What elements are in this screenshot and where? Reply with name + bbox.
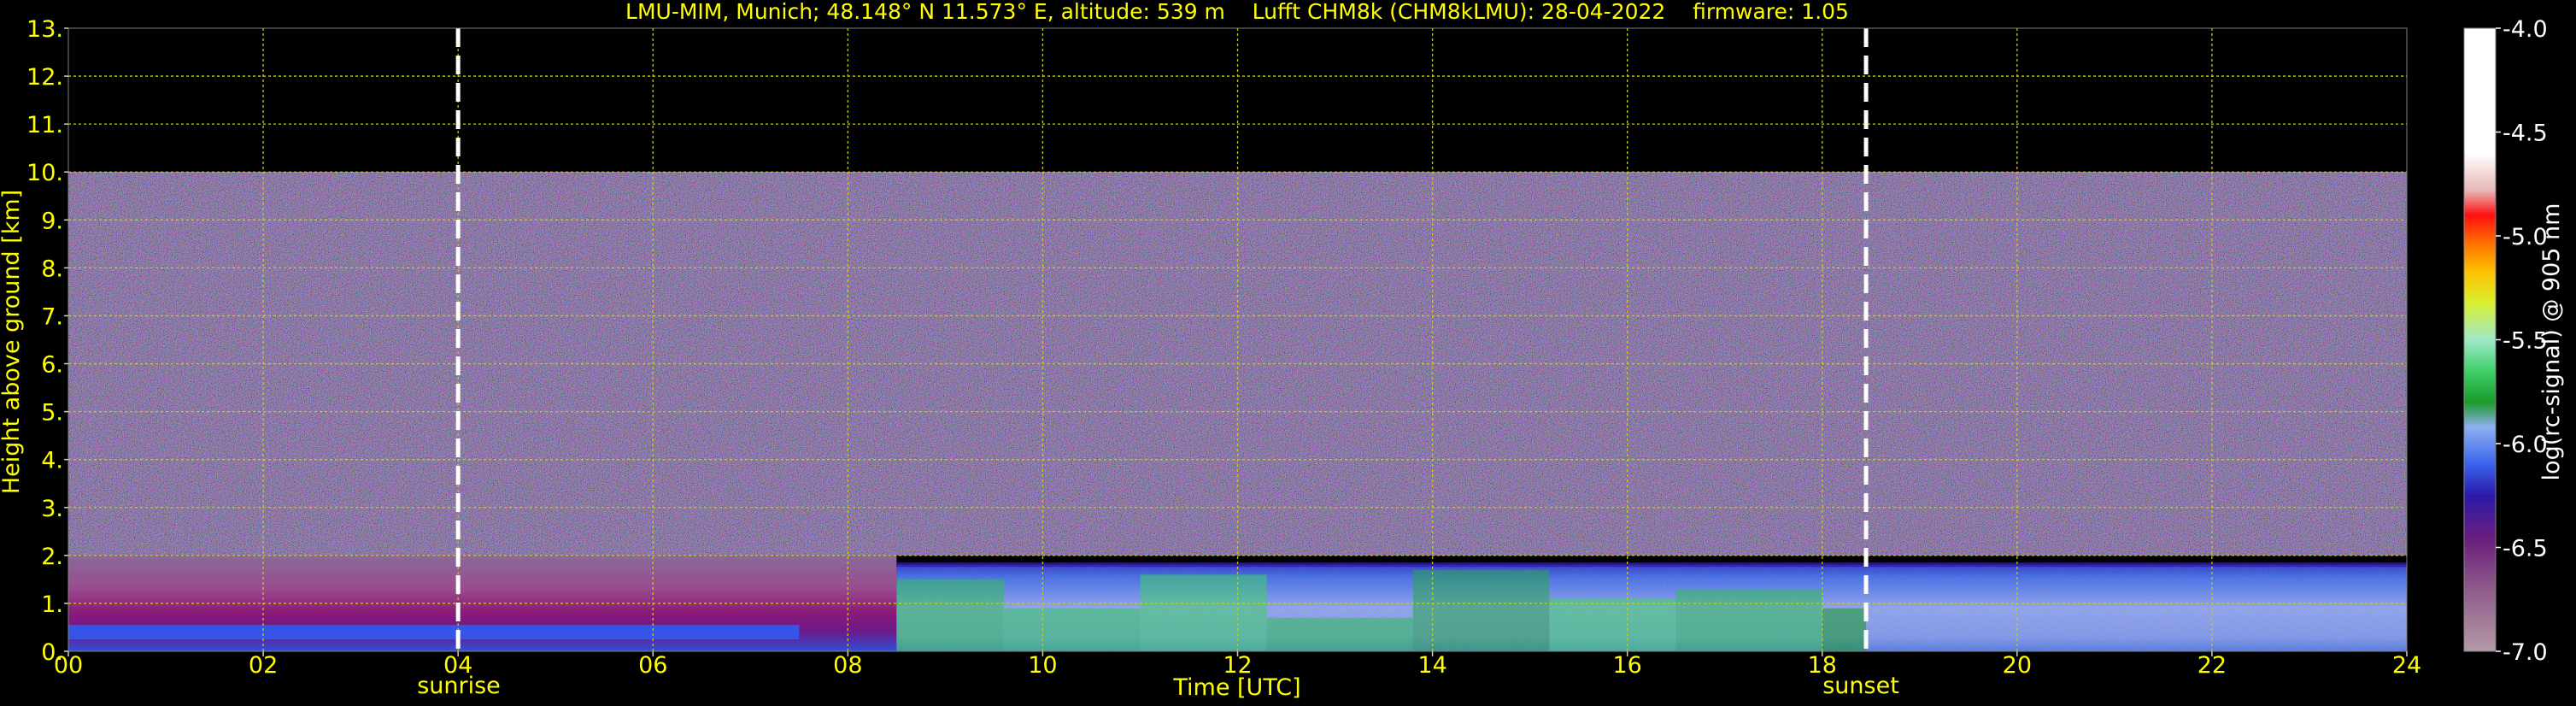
sunset-label: sunset [1822, 673, 1899, 699]
y-tick-label-2: 2. [41, 544, 63, 570]
sunrise-label: sunrise [417, 673, 501, 699]
chart-title: LMU-MIM, Munich; 48.148° N 11.573° E, al… [625, 0, 1849, 24]
y-tick-label-3: 3. [41, 496, 63, 522]
y-tick-label-1: 1. [41, 591, 63, 618]
colorbar-tick-label-1: -4.5 [2503, 121, 2548, 147]
y-tick-label-13: 13. [26, 16, 63, 43]
convective-patch-0 [896, 579, 1004, 651]
boundary-layer-top [896, 562, 2407, 568]
convective-patch-5 [1549, 598, 1676, 651]
morning-blue-band [68, 625, 800, 639]
y-tick-label-9: 9. [41, 208, 63, 234]
y-tick-label-8: 8. [41, 256, 63, 282]
y-tick-label-5: 5. [41, 400, 63, 427]
x-axis-label: Time [UTC] [1172, 674, 1300, 701]
colorbar-tick-label-0: -4.0 [2503, 16, 2548, 43]
convective-patch-2 [1140, 574, 1267, 651]
y-tick-label-6: 6. [41, 352, 63, 379]
y-axis-label: Height above ground [km] [0, 190, 25, 494]
colorbar-tick-label-5: -6.5 [2503, 536, 2548, 562]
convective-patch-3 [1266, 617, 1413, 651]
convective-patch-4 [1412, 569, 1550, 651]
ceilometer-chart: 00 02 04 06 08 10 12 14 16 18 20 22 240.1.2.3.4.5.6.… [0, 0, 2565, 701]
convective-patch-1 [1003, 608, 1141, 651]
y-tick-label-12: 12. [26, 64, 63, 91]
y-tick-label-7: 7. [41, 303, 63, 330]
y-tick-label-0: 0. [41, 639, 63, 666]
colorbar-tick-label-6: -7.0 [2503, 639, 2548, 666]
y-tick-label-10: 10. [26, 160, 63, 186]
convective-patch-7 [1822, 608, 1867, 651]
colorbar [2463, 27, 2497, 652]
y-tick-label-4: 4. [41, 448, 63, 474]
y-tick-label-11: 11. [26, 112, 63, 138]
colorbar-label: log(rc-signal) @ 905 nm [2538, 203, 2565, 481]
convective-patch-6 [1675, 589, 1822, 651]
